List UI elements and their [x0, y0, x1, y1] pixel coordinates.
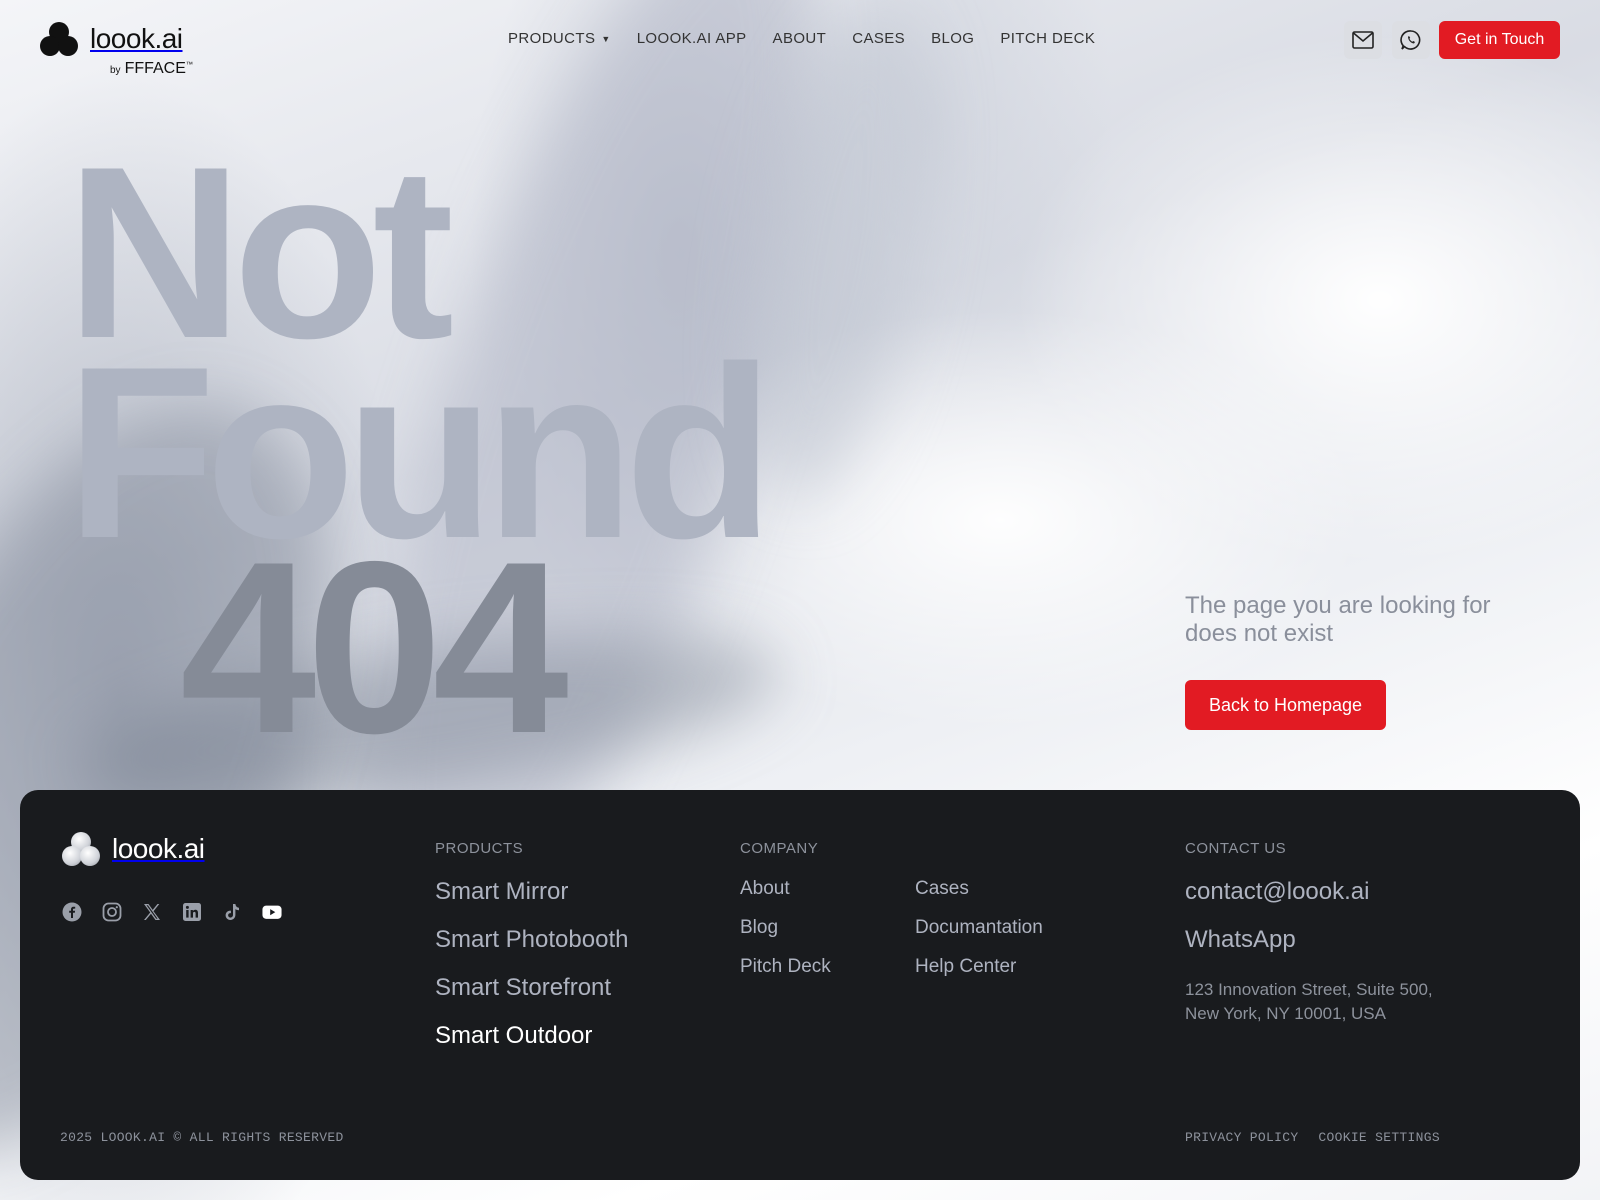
- footer-link-about[interactable]: About: [740, 878, 831, 900]
- products-list: Smart Mirror Smart Photobooth Smart Stor…: [435, 878, 635, 1070]
- instagram-icon[interactable]: [102, 902, 122, 922]
- logo-link[interactable]: loook.ai: [40, 22, 183, 56]
- copyright: 2025 LOOOK.AI © ALL RIGHTS RESERVED: [60, 1130, 344, 1145]
- footer-link-help-center[interactable]: Help Center: [915, 956, 1043, 978]
- cookie-settings-link[interactable]: COOKIE SETTINGS: [1318, 1130, 1440, 1145]
- whatsapp-button[interactable]: [1392, 21, 1430, 59]
- site-footer: loook.ai PRODUCTS Smart Mirror Smart Pho…: [20, 790, 1580, 1180]
- main-nav: PRODUCTS ▼ LOOOK.AI APP ABOUT CASES BLOG …: [508, 30, 1095, 47]
- contact-email-link[interactable]: contact@loook.ai: [1185, 878, 1369, 906]
- products-heading: PRODUCTS: [435, 840, 524, 857]
- mail-icon: [1352, 31, 1374, 49]
- three-circles-logo-icon: [62, 832, 100, 866]
- privacy-policy-link[interactable]: PRIVACY POLICY: [1185, 1130, 1298, 1145]
- mail-button[interactable]: [1344, 21, 1382, 59]
- social-links: [62, 902, 282, 922]
- brand-byline: by FFFACE™: [110, 60, 193, 78]
- x-icon[interactable]: [142, 902, 162, 922]
- footer-link-pitch-deck[interactable]: Pitch Deck: [740, 956, 831, 978]
- caret-down-icon: ▼: [601, 33, 611, 44]
- nav-item-loookai-app[interactable]: LOOOK.AI APP: [637, 30, 747, 47]
- company-address: 123 Innovation Street, Suite 500, New Yo…: [1185, 978, 1485, 1026]
- nav-item-cases[interactable]: CASES: [852, 30, 905, 47]
- three-circles-logo-icon: [40, 22, 78, 56]
- site-header: loook.ai by FFFACE™ PRODUCTS ▼ LOOOK.AI AP…: [0, 0, 1600, 90]
- footer-link-smart-outdoor[interactable]: Smart Outdoor: [435, 1022, 635, 1050]
- error-code: 404: [180, 510, 569, 784]
- footer-logo-link[interactable]: loook.ai: [62, 832, 205, 866]
- company-heading: COMPANY: [740, 840, 819, 857]
- nav-item-about[interactable]: ABOUT: [773, 30, 827, 47]
- youtube-icon[interactable]: [262, 902, 282, 922]
- address-line-2: New York, NY 10001, USA: [1185, 1004, 1386, 1023]
- footer-link-smart-photobooth[interactable]: Smart Photobooth: [435, 926, 635, 954]
- company-list-col2: Cases Documantation Help Center: [915, 878, 1043, 995]
- tiktok-icon[interactable]: [222, 902, 242, 922]
- legal-links: PRIVACY POLICY COOKIE SETTINGS: [1185, 1130, 1440, 1145]
- get-in-touch-button[interactable]: Get in Touch: [1439, 21, 1560, 59]
- contact-list: contact@loook.ai WhatsApp: [1185, 878, 1369, 974]
- footer-link-smart-mirror[interactable]: Smart Mirror: [435, 878, 635, 906]
- footer-link-documentation[interactable]: Documantation: [915, 917, 1043, 939]
- brand-name: loook.ai: [90, 23, 183, 54]
- company-list-col1: About Blog Pitch Deck: [740, 878, 831, 995]
- address-line-1: 123 Innovation Street, Suite 500,: [1185, 980, 1433, 999]
- nav-item-blog[interactable]: BLOG: [931, 30, 974, 47]
- linkedin-icon[interactable]: [182, 902, 202, 922]
- whatsapp-icon: [1400, 30, 1421, 50]
- not-found-message: The page you are looking for does not ex…: [1185, 592, 1491, 647]
- footer-link-smart-storefront[interactable]: Smart Storefront: [435, 974, 635, 1002]
- nav-item-products[interactable]: PRODUCTS ▼: [508, 30, 611, 47]
- byline-prefix: by: [110, 65, 121, 76]
- back-to-homepage-button[interactable]: Back to Homepage: [1185, 680, 1386, 730]
- nav-item-label: PRODUCTS: [508, 30, 596, 47]
- nav-item-pitch-deck[interactable]: PITCH DECK: [1000, 30, 1095, 47]
- facebook-icon[interactable]: [62, 902, 82, 922]
- footer-link-cases[interactable]: Cases: [915, 878, 1043, 900]
- footer-link-blog[interactable]: Blog: [740, 917, 831, 939]
- contact-heading: CONTACT US: [1185, 840, 1287, 857]
- byline-name: FFFACE: [124, 60, 186, 77]
- footer-brand-name: loook.ai: [112, 833, 205, 864]
- contact-whatsapp-link[interactable]: WhatsApp: [1185, 926, 1369, 954]
- byline-trademark: ™: [185, 61, 193, 69]
